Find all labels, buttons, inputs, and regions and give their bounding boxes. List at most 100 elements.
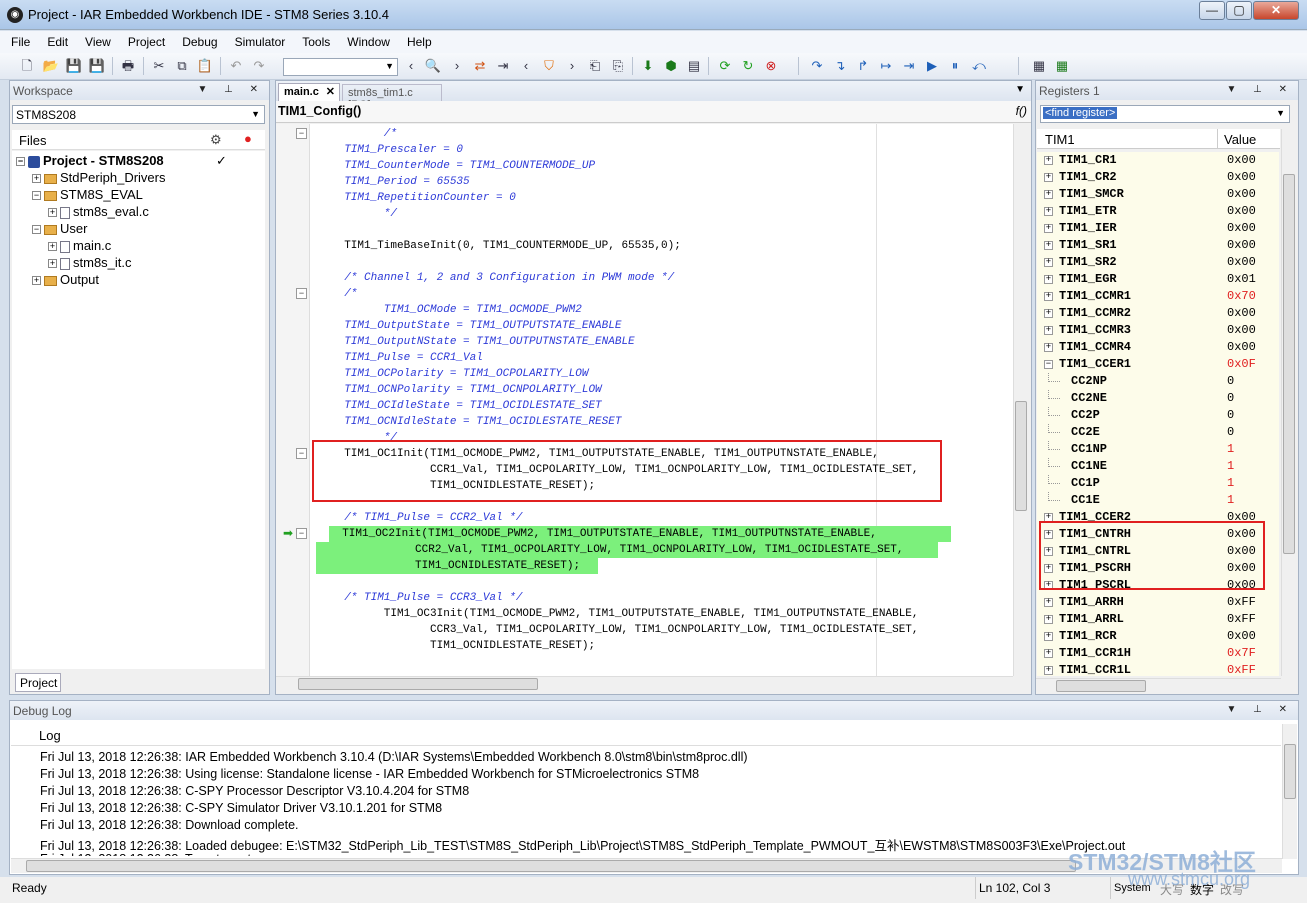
menu-view[interactable]: View: [74, 31, 117, 49]
close-tab-icon[interactable]: ✕: [326, 85, 335, 98]
register-row[interactable]: + TIM1_ARRH 0xFF: [1037, 594, 1279, 611]
expand-icon[interactable]: +: [1044, 173, 1053, 182]
minimize-button[interactable]: —: [1199, 1, 1225, 20]
fold-toggle-icon[interactable]: −: [296, 448, 307, 459]
register-row[interactable]: + TIM1_ARRL 0xFF: [1037, 611, 1279, 628]
chevron-down-icon[interactable]: ▼: [1015, 84, 1025, 95]
register-value[interactable]: 0: [1227, 425, 1234, 439]
register-row[interactable]: + TIM1_SR2 0x00: [1037, 254, 1279, 271]
register-row[interactable]: + TIM1_SMCR 0x00: [1037, 186, 1279, 203]
registers-horizontal-scrollbar[interactable]: [1036, 678, 1281, 693]
tab-stm8s-tim1-c[interactable]: stm8s_tim1.c [RO]: [342, 84, 442, 111]
redo-icon[interactable]: ↷: [250, 57, 268, 75]
paste-icon[interactable]: 📋: [196, 57, 214, 75]
expand-icon[interactable]: +: [1044, 241, 1053, 250]
next-statement-icon[interactable]: ↦: [877, 57, 895, 75]
register-value[interactable]: 0x0F: [1227, 357, 1256, 371]
register-row[interactable]: + TIM1_CCR1H 0x7F: [1037, 645, 1279, 662]
save-all-icon[interactable]: 💾: [88, 57, 106, 75]
expand-icon[interactable]: +: [1044, 275, 1053, 284]
expand-icon[interactable]: +: [1044, 632, 1053, 641]
toolbar-extra-icon[interactable]: ▦: [1053, 57, 1071, 75]
register-bit-row[interactable]: CC2P 0: [1037, 407, 1279, 424]
expand-icon[interactable]: +: [1044, 598, 1053, 607]
menu-project[interactable]: Project: [117, 31, 171, 49]
open-file-icon[interactable]: 📂: [42, 57, 60, 75]
previous-bookmark-icon[interactable]: ⎗: [586, 57, 604, 75]
chevron-down-icon[interactable]: ▼: [1276, 108, 1285, 118]
debug-without-download-icon[interactable]: ▤: [685, 57, 703, 75]
log-vertical-scrollbar[interactable]: [1282, 724, 1297, 859]
expand-icon[interactable]: +: [1044, 156, 1053, 165]
register-bit-row[interactable]: CC1NE 1: [1037, 458, 1279, 475]
register-row[interactable]: + TIM1_CR2 0x00: [1037, 169, 1279, 186]
register-value[interactable]: 1: [1227, 493, 1234, 507]
register-value[interactable]: 0x00: [1227, 221, 1256, 235]
stop-debug-icon[interactable]: ⊗: [762, 57, 780, 75]
find-next-icon[interactable]: ›: [448, 57, 466, 75]
register-value[interactable]: 0: [1227, 374, 1234, 388]
expand-icon[interactable]: +: [1044, 343, 1053, 352]
register-value[interactable]: 0x00: [1227, 255, 1256, 269]
find-icon[interactable]: 🔍: [424, 57, 442, 75]
register-bit-row[interactable]: CC2NE 0: [1037, 390, 1279, 407]
expand-icon[interactable]: +: [1044, 326, 1053, 335]
tree-item-user[interactable]: − User: [32, 221, 87, 236]
expand-icon[interactable]: +: [1044, 190, 1053, 199]
register-bit-row[interactable]: CC1E 1: [1037, 492, 1279, 509]
goto-line-icon[interactable]: ⇥: [494, 57, 512, 75]
function-navigator-button[interactable]: f(): [1016, 104, 1027, 118]
register-value[interactable]: 1: [1227, 442, 1234, 456]
download-icon[interactable]: ⬇: [639, 57, 657, 75]
iar-app-icon[interactable]: ◉: [7, 7, 23, 23]
tree-item-output[interactable]: + Output: [32, 272, 99, 287]
tree-item-project[interactable]: − Project - STM8S208 ✓: [16, 153, 227, 168]
code-area[interactable]: /* − TIM1_Prescaler = 0 TIM1_CounterMode …: [276, 124, 1013, 676]
undo-icon[interactable]: ↶: [227, 57, 245, 75]
register-row[interactable]: + TIM1_CCMR3 0x00: [1037, 322, 1279, 339]
register-value[interactable]: 0x00: [1227, 238, 1256, 252]
register-row[interactable]: + TIM1_SR1 0x00: [1037, 237, 1279, 254]
register-value[interactable]: 0x7F: [1227, 646, 1256, 660]
print-icon[interactable]: 🖶: [119, 57, 137, 75]
find-previous-icon[interactable]: ‹: [402, 57, 420, 75]
toggle-bookmark-icon[interactable]: ⛉: [540, 57, 558, 75]
register-value[interactable]: 0xFF: [1227, 595, 1256, 609]
register-row[interactable]: + TIM1_RCR 0x00: [1037, 628, 1279, 645]
expand-icon[interactable]: +: [1044, 224, 1053, 233]
find-register-combo[interactable]: <find register> ▼: [1040, 105, 1290, 123]
expand-icon[interactable]: +: [1044, 309, 1053, 318]
reset-debug-icon[interactable]: ⤺: [970, 57, 988, 75]
register-row[interactable]: + TIM1_CR1 0x00: [1037, 152, 1279, 169]
register-value[interactable]: 0x01: [1227, 272, 1256, 286]
cut-icon[interactable]: ✂: [150, 57, 168, 75]
step-over-icon[interactable]: ↷: [808, 57, 826, 75]
tree-item-stdperiph-drivers[interactable]: + StdPeriph_Drivers: [32, 170, 166, 185]
breakpoint-gutter[interactable]: [276, 124, 310, 676]
register-value[interactable]: 0x00: [1227, 170, 1256, 184]
expand-icon[interactable]: +: [1044, 207, 1053, 216]
register-bit-row[interactable]: CC2NP 0: [1037, 373, 1279, 390]
fold-toggle-icon[interactable]: −: [296, 288, 307, 299]
expand-icon[interactable]: +: [1044, 258, 1053, 267]
register-value[interactable]: 0x70: [1227, 289, 1256, 303]
navigate-forward-icon[interactable]: ›: [563, 57, 581, 75]
go-icon[interactable]: ▶: [923, 57, 941, 75]
register-value[interactable]: 1: [1227, 476, 1234, 490]
step-out-icon[interactable]: ↱: [854, 57, 872, 75]
toolbar-options-icon[interactable]: ▦: [1030, 57, 1048, 75]
register-bit-row[interactable]: CC2E 0: [1037, 424, 1279, 441]
navigate-back-icon[interactable]: ‹: [517, 57, 535, 75]
expand-icon[interactable]: +: [1044, 649, 1053, 658]
register-row[interactable]: − TIM1_CCER1 0x0F: [1037, 356, 1279, 373]
break-icon[interactable]: ⏸: [946, 57, 964, 75]
register-value[interactable]: 0x00: [1227, 306, 1256, 320]
reset-icon[interactable]: ↻: [739, 57, 757, 75]
register-value[interactable]: 0: [1227, 391, 1234, 405]
panel-controls-icon[interactable]: ▼ ⊥ ✕: [1226, 704, 1294, 715]
editor-vertical-scrollbar[interactable]: [1013, 124, 1028, 676]
panel-controls-icon[interactable]: ▼ ⊥ ✕: [197, 84, 265, 95]
fold-toggle-icon[interactable]: −: [296, 528, 307, 539]
make-icon[interactable]: ⟳: [716, 57, 734, 75]
expand-icon[interactable]: +: [1044, 615, 1053, 624]
